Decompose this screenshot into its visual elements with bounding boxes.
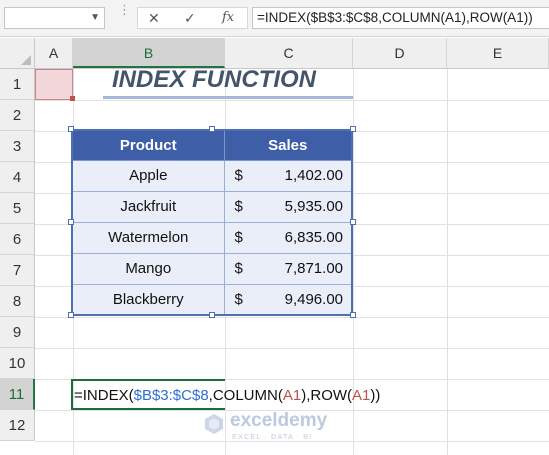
currency-symbol: $ <box>234 229 243 246</box>
product-cell[interactable]: Jackfruit <box>71 190 225 223</box>
column-header-d[interactable]: D <box>353 38 447 68</box>
table-row: Apple $1,402.00 <box>71 159 353 192</box>
product-cell[interactable]: Blackberry <box>71 283 225 316</box>
currency-symbol: $ <box>234 167 243 184</box>
row-header-3[interactable]: 3 <box>0 131 35 162</box>
selection-handle[interactable] <box>350 312 356 318</box>
cell-b11-formula[interactable]: =INDEX($B$3:$C$8,COLUMN(A1),ROW(A1)) <box>74 380 380 411</box>
gridline <box>35 317 549 318</box>
product-cell[interactable]: Apple <box>71 159 225 192</box>
gridline <box>35 100 549 101</box>
enter-icon[interactable]: ✓ <box>184 10 196 27</box>
table-row: Blackberry $9,496.00 <box>71 283 353 316</box>
formula-cell-ref: A1 <box>352 387 371 404</box>
gridline <box>35 348 549 349</box>
column-header-a[interactable]: A <box>35 38 73 68</box>
cancel-icon[interactable]: ✕ <box>148 10 160 27</box>
formula-cell-ref: A1 <box>282 387 302 404</box>
row-header-2[interactable]: 2 <box>0 100 35 131</box>
selection-handle[interactable] <box>209 126 215 132</box>
sales-cell[interactable]: $5,935.00 <box>223 190 353 223</box>
selection-handle[interactable] <box>68 312 74 318</box>
sales-header[interactable]: Sales <box>223 129 353 161</box>
selection-handle[interactable] <box>209 312 215 318</box>
row-header-1[interactable]: 1 <box>0 69 35 100</box>
row-header-6[interactable]: 6 <box>0 224 35 255</box>
product-sales-table: Product Sales Apple $1,402.00 Jackfruit … <box>71 129 353 316</box>
formula-text: ),ROW( <box>301 387 353 404</box>
sales-amount: 6,835.00 <box>284 229 343 246</box>
row-header-10[interactable]: 10 <box>0 348 35 379</box>
selection-handle[interactable] <box>68 219 74 225</box>
selection-handle[interactable] <box>350 126 356 132</box>
sheet-title[interactable]: INDEX FUNCTION <box>75 63 353 97</box>
table-row: Jackfruit $5,935.00 <box>71 190 353 223</box>
table-row: Mango $7,871.00 <box>71 252 353 285</box>
row-header-11[interactable]: 11 <box>0 379 35 410</box>
sales-amount: 9,496.00 <box>284 290 343 308</box>
exceldemy-watermark: exceldemy EXCEL · DATA · BI <box>200 408 350 444</box>
insert-function-icon[interactable]: fx <box>222 10 234 25</box>
formula-bar-buttons: ✕ ✓ fx <box>137 7 248 29</box>
select-all-icon <box>21 55 31 65</box>
formula-input[interactable]: =INDEX($B$3:$C$8,COLUMN(A1),ROW(A1)) <box>252 7 549 29</box>
sales-cell[interactable]: $7,871.00 <box>223 252 353 285</box>
sales-cell[interactable]: $9,496.00 <box>223 283 353 316</box>
chevron-down-icon[interactable]: ▼ <box>90 12 100 23</box>
title-underline <box>103 96 353 99</box>
select-all-corner[interactable] <box>0 38 35 68</box>
currency-symbol: $ <box>234 198 243 215</box>
formula-text: )) <box>370 387 381 404</box>
product-cell[interactable]: Mango <box>71 252 225 285</box>
sales-cell[interactable]: $6,835.00 <box>223 221 353 254</box>
formula-text: ,COLUMN( <box>208 387 283 404</box>
sales-cell[interactable]: $1,402.00 <box>223 159 353 192</box>
table-row: Watermelon $6,835.00 <box>71 221 353 254</box>
cell-a1[interactable] <box>35 69 73 100</box>
table-header-row: Product Sales <box>71 129 353 161</box>
row-header-12[interactable]: 12 <box>0 410 35 441</box>
name-box[interactable]: ▼ <box>4 7 105 29</box>
exceldemy-logo-icon <box>205 414 223 434</box>
sales-amount: 5,935.00 <box>284 198 343 215</box>
drag-handle-icon[interactable]: ⋮ <box>118 3 131 16</box>
row-header-8[interactable]: 8 <box>0 286 35 317</box>
product-header[interactable]: Product <box>71 129 225 161</box>
formula-bar: ▼ ⋮ ✕ ✓ fx =INDEX($B$3:$C$8,COLUMN(A1),R… <box>0 0 549 37</box>
currency-symbol: $ <box>234 260 243 277</box>
currency-symbol: $ <box>234 290 243 308</box>
row-header-5[interactable]: 5 <box>0 193 35 224</box>
column-header-e[interactable]: E <box>447 38 549 68</box>
sales-amount: 1,402.00 <box>284 167 343 184</box>
watermark-tagline: EXCEL · DATA · BI <box>232 432 313 441</box>
gridline <box>447 69 448 455</box>
row-header-9[interactable]: 9 <box>0 317 35 348</box>
row-header-7[interactable]: 7 <box>0 255 35 286</box>
sales-amount: 7,871.00 <box>284 260 343 277</box>
formula-text: =INDEX( <box>74 387 134 404</box>
row-header-4[interactable]: 4 <box>0 162 35 193</box>
formula-range-ref: $B$3:$C$8 <box>133 387 209 404</box>
selection-handle[interactable] <box>68 126 74 132</box>
selection-handle[interactable] <box>350 219 356 225</box>
watermark-name: exceldemy <box>230 410 328 431</box>
product-cell[interactable]: Watermelon <box>71 221 225 254</box>
